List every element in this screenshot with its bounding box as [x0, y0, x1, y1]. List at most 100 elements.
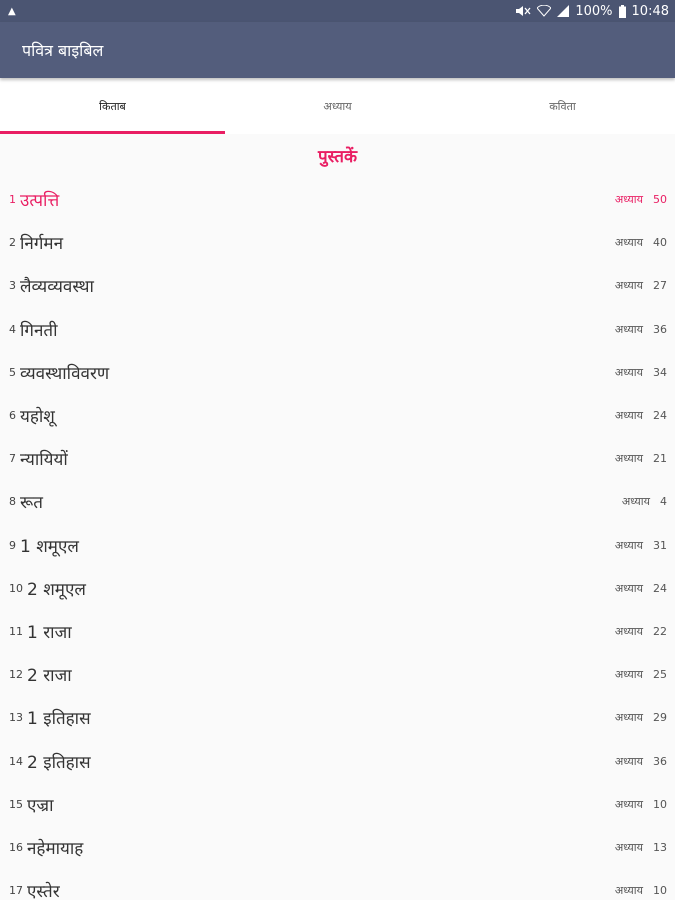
book-name: रूत — [20, 493, 43, 514]
book-number: 9 — [9, 538, 16, 552]
book-number: 5 — [9, 365, 16, 379]
book-row[interactable]: 5 व्यवस्थाविवरण अध्याय 34 — [0, 351, 675, 394]
chapter-count: अध्याय 31 — [615, 538, 667, 553]
chapter-label: अध्याय — [614, 452, 643, 466]
battery-icon — [618, 4, 626, 18]
book-row[interactable]: 13 1 इतिहास अध्याय 29 — [0, 696, 675, 739]
book-name: 1 राजा — [27, 622, 72, 643]
book-number: 7 — [9, 452, 16, 466]
book-number: 1 — [9, 193, 16, 207]
clock: 10:48 — [631, 3, 669, 19]
book-name: 1 इतिहास — [27, 709, 91, 730]
book-number: 10 — [9, 581, 23, 595]
tab-label: किताब — [99, 99, 126, 113]
book-number: 16 — [9, 840, 23, 854]
chapter-count-value: 13 — [653, 840, 667, 854]
chapter-count-value: 40 — [653, 236, 667, 250]
chapter-count: अध्याय 34 — [615, 365, 667, 380]
book-row[interactable]: 6 यहोशू अध्याय 24 — [0, 394, 675, 437]
book-row[interactable]: 3 लैव्यव्यवस्था अध्याय 27 — [0, 264, 675, 307]
book-name: 2 राजा — [27, 666, 72, 687]
chapter-label: अध्याय — [614, 193, 643, 207]
chapter-count-value: 21 — [653, 452, 667, 466]
tab-label: कविता — [549, 99, 576, 113]
chapter-label: अध्याय — [614, 279, 643, 293]
chapter-count: अध्याय 24 — [615, 408, 667, 423]
wifi-icon — [537, 5, 552, 17]
book-name: उत्पत्ति — [20, 191, 60, 212]
chapter-count: अध्याय 22 — [615, 624, 667, 639]
book-row[interactable]: 7 न्यायियों अध्याय 21 — [0, 437, 675, 480]
book-row[interactable]: 16 नहेमायाह अध्याय 13 — [0, 826, 675, 869]
chapter-count: अध्याय 4 — [622, 494, 667, 509]
status-bar: ▲ 100% 10:48 — [0, 0, 675, 22]
chapter-count-value: 22 — [653, 624, 667, 638]
tab-books[interactable]: किताब — [0, 78, 225, 134]
book-number: 3 — [9, 279, 16, 293]
chapter-count: अध्याय 36 — [615, 754, 667, 769]
chapter-count: अध्याय 21 — [615, 451, 667, 466]
book-name: लैव्यव्यवस्था — [20, 277, 94, 298]
status-icons: 100% 10:48 — [515, 4, 669, 19]
book-name: व्यवस्थाविवरण — [20, 363, 110, 384]
chapter-count: अध्याय 10 — [615, 883, 667, 898]
chapter-count-value: 10 — [653, 797, 667, 811]
battery-percent: 100% — [575, 3, 613, 19]
book-row[interactable]: 10 2 शमूएल अध्याय 24 — [0, 567, 675, 610]
book-name: यहोशू — [20, 407, 55, 428]
chapter-count: अध्याय 36 — [615, 322, 667, 337]
book-number: 14 — [9, 754, 23, 768]
chapter-count-value: 10 — [653, 884, 667, 898]
book-row[interactable]: 12 2 राजा अध्याय 25 — [0, 653, 675, 696]
chapter-label: अध्याय — [621, 495, 650, 509]
chapter-label: अध्याय — [614, 797, 643, 811]
chapter-count-value: 36 — [653, 322, 667, 336]
chapter-count: अध्याय 29 — [615, 710, 667, 725]
chapter-count-value: 29 — [653, 711, 667, 725]
mute-icon — [516, 6, 531, 16]
chapter-count-value: 24 — [653, 409, 667, 423]
book-number: 4 — [9, 322, 16, 336]
chapter-label: अध्याय — [614, 754, 643, 768]
book-list: 1 उत्पत्ति अध्याय 50 2 निर्गमन अध्याय 40 3 लैव्यव… — [0, 178, 675, 900]
chapter-count: अध्याय 27 — [615, 278, 667, 293]
chapter-label: अध्याय — [614, 581, 643, 595]
chapter-label: अध्याय — [614, 365, 643, 379]
book-row[interactable]: 17 एस्तेर अध्याय 10 — [0, 869, 675, 900]
chapter-count: अध्याय 40 — [615, 235, 667, 250]
chapter-count: अध्याय 25 — [615, 667, 667, 682]
book-row[interactable]: 4 गिनती अध्याय 36 — [0, 308, 675, 351]
chapter-label: अध्याय — [614, 668, 643, 682]
tab-verses[interactable]: कविता — [450, 78, 675, 134]
book-number: 11 — [9, 624, 23, 638]
book-name: नहेमायाह — [27, 838, 84, 859]
book-number: 12 — [9, 668, 23, 682]
book-name: 1 शमूएल — [20, 536, 79, 557]
book-row[interactable]: 14 2 इतिहास अध्याय 36 — [0, 739, 675, 782]
book-number: 6 — [9, 409, 16, 423]
book-name: 2 शमूएल — [27, 579, 86, 600]
signal-icon — [557, 5, 570, 17]
book-row[interactable]: 9 1 शमूएल अध्याय 31 — [0, 524, 675, 567]
chapter-count: अध्याय 24 — [615, 581, 667, 596]
book-name: गिनती — [20, 320, 58, 341]
section-title: पुस्तकें — [317, 147, 357, 167]
chapter-count-value: 25 — [653, 668, 667, 682]
tab-chapters[interactable]: अध्याय — [225, 78, 450, 134]
book-row[interactable]: 15 एज्रा अध्याय 10 — [0, 783, 675, 826]
book-name: 2 इतिहास — [27, 752, 91, 773]
book-row[interactable]: 11 1 राजा अध्याय 22 — [0, 610, 675, 653]
book-name: एज्रा — [27, 795, 54, 816]
tab-bar: किताब अध्याय कविता — [0, 78, 675, 134]
book-row[interactable]: 2 निर्गमन अध्याय 40 — [0, 221, 675, 264]
book-number: 13 — [9, 711, 23, 725]
book-row[interactable]: 8 रूत अध्याय 4 — [0, 480, 675, 523]
book-name: निर्गमन — [20, 234, 64, 255]
book-row[interactable]: 1 उत्पत्ति अध्याय 50 — [0, 178, 675, 221]
chapter-label: अध्याय — [614, 322, 643, 336]
book-number: 15 — [9, 797, 23, 811]
chapter-count: अध्याय 13 — [615, 840, 667, 855]
book-number: 2 — [9, 236, 16, 250]
chapter-label: अध्याय — [614, 538, 643, 552]
book-name: न्यायियों — [20, 450, 68, 471]
